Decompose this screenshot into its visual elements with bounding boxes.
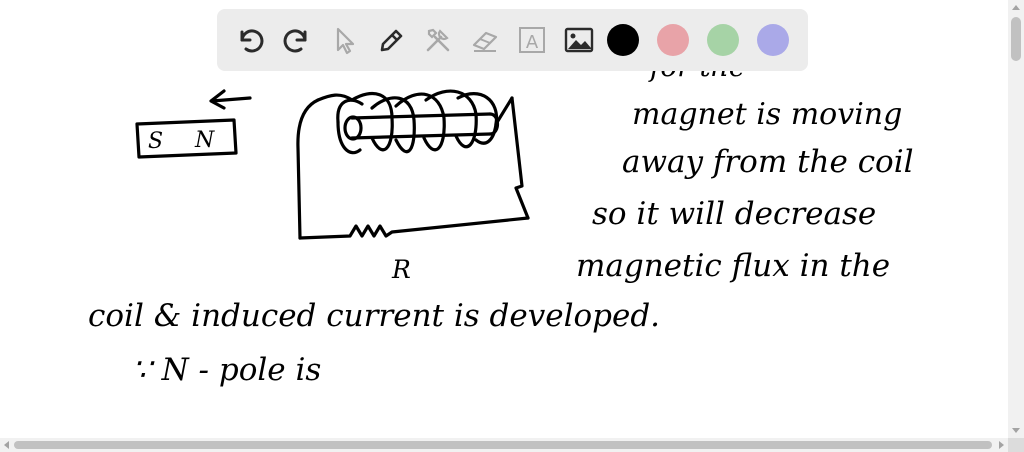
vertical-scrollbar[interactable] bbox=[1008, 0, 1024, 438]
whiteboard-canvas[interactable]: S N R magnet is moving away from the coi… bbox=[0, 0, 1008, 438]
redo-button[interactable] bbox=[278, 21, 316, 59]
pen-button[interactable] bbox=[372, 21, 410, 59]
color-swatch-green[interactable] bbox=[707, 24, 739, 56]
note-line-5: magnetic flux in the bbox=[576, 248, 890, 284]
undo-button[interactable] bbox=[231, 21, 269, 59]
horizontal-scroll-thumb[interactable] bbox=[14, 441, 992, 449]
motion-arrow bbox=[209, 89, 252, 110]
color-swatch-pink[interactable] bbox=[657, 24, 689, 56]
resistor-label: R bbox=[391, 255, 411, 284]
tools-icon bbox=[426, 28, 450, 52]
color-swatch-purple[interactable] bbox=[757, 24, 789, 56]
note-line-3: away from the coil bbox=[622, 144, 914, 180]
vertical-scroll-thumb[interactable] bbox=[1011, 17, 1021, 61]
magnet-s-label: S bbox=[148, 129, 163, 154]
pointer-icon bbox=[336, 27, 355, 55]
eraser-button[interactable] bbox=[466, 21, 504, 59]
scrollbar-corner bbox=[1008, 438, 1024, 452]
scroll-up-arrow-icon[interactable] bbox=[1012, 5, 1020, 10]
bar-magnet: S N bbox=[135, 118, 238, 159]
undo-icon bbox=[240, 29, 264, 53]
magnet-n-label: N bbox=[194, 128, 215, 153]
redo-icon bbox=[283, 29, 307, 53]
note-line-7: ∵ N - pole is bbox=[132, 352, 321, 388]
text-icon-glyph: A bbox=[526, 32, 539, 53]
scroll-left-arrow-icon[interactable] bbox=[4, 441, 9, 449]
drawing-toolbar: A bbox=[217, 9, 808, 71]
eraser-icon bbox=[472, 31, 498, 52]
tools-button[interactable] bbox=[419, 21, 457, 59]
text-button[interactable]: A bbox=[513, 21, 551, 59]
scroll-down-arrow-icon[interactable] bbox=[1012, 428, 1020, 433]
pen-icon bbox=[380, 29, 403, 52]
note-line-4: so it will decrease bbox=[592, 196, 876, 232]
text-icon: A bbox=[519, 27, 545, 53]
horizontal-scrollbar[interactable] bbox=[0, 438, 1008, 452]
image-button[interactable] bbox=[560, 21, 598, 59]
coil-circuit bbox=[296, 89, 530, 240]
image-icon bbox=[564, 27, 594, 53]
note-line-6: coil & induced current is developed. bbox=[88, 298, 660, 334]
color-swatch-black[interactable] bbox=[607, 24, 639, 56]
pointer-button[interactable] bbox=[325, 21, 363, 59]
note-line-2: magnet is moving bbox=[632, 97, 902, 132]
scroll-right-arrow-icon[interactable] bbox=[999, 441, 1004, 449]
